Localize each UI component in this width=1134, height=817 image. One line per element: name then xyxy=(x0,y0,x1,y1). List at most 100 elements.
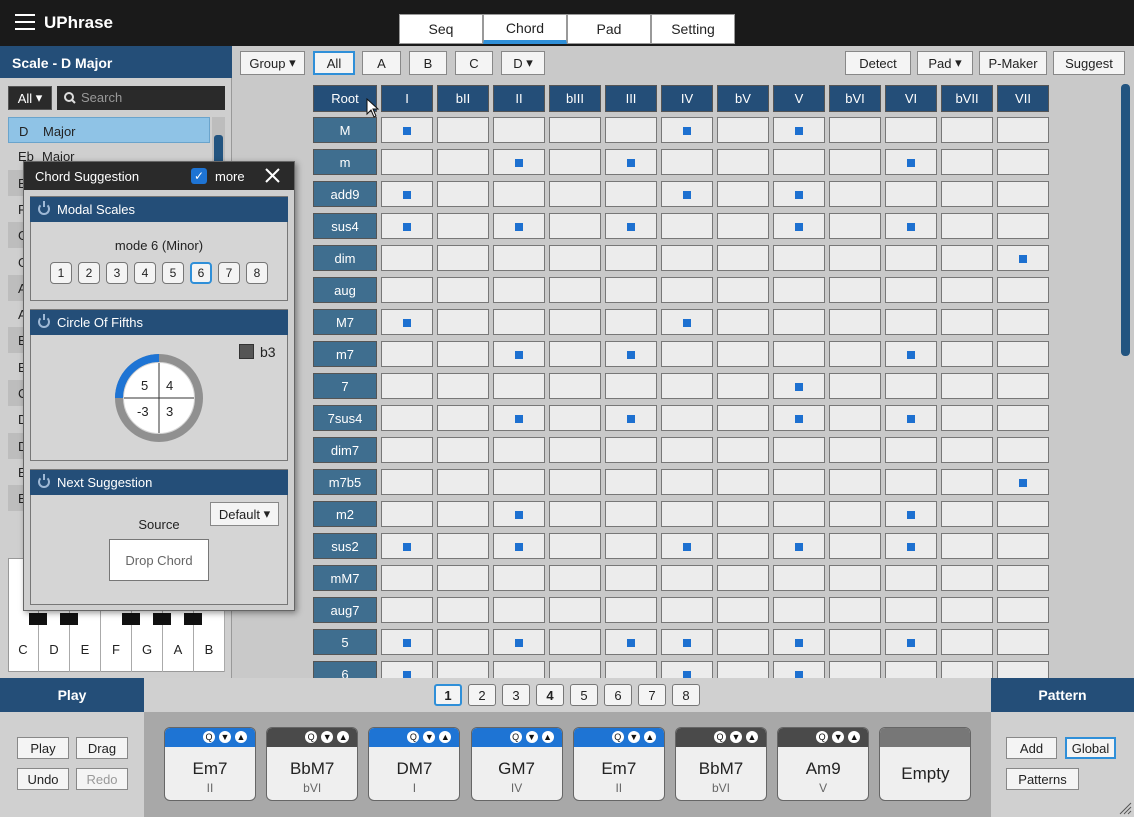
chord-cell[interactable] xyxy=(717,341,769,367)
chord-pad[interactable]: Q ▼ ▲ Em7 II xyxy=(572,727,665,801)
chord-cell[interactable] xyxy=(605,181,657,207)
chord-cell[interactable] xyxy=(829,117,881,143)
chord-cell[interactable] xyxy=(605,533,657,559)
quantize-icon[interactable]: Q xyxy=(407,731,420,743)
chord-cell[interactable] xyxy=(549,149,601,175)
page-button[interactable]: 5 xyxy=(570,684,598,706)
chord-cell[interactable] xyxy=(493,341,545,367)
chord-cell[interactable] xyxy=(885,213,937,239)
chord-pad[interactable]: Q ▼ ▲ GM7 IV xyxy=(470,727,563,801)
grid-row-header[interactable]: add9 xyxy=(313,181,377,207)
chord-cell[interactable] xyxy=(437,469,489,495)
chord-cell[interactable] xyxy=(885,149,937,175)
grid-row-header[interactable]: m7b5 xyxy=(313,469,377,495)
chord-cell[interactable] xyxy=(997,501,1049,527)
chord-cell[interactable] xyxy=(941,565,993,591)
grid-row-header[interactable]: dim xyxy=(313,245,377,271)
piano-black-key[interactable] xyxy=(153,613,171,625)
chord-cell[interactable] xyxy=(381,405,433,431)
chord-cell[interactable] xyxy=(717,373,769,399)
undo-button[interactable]: Undo xyxy=(17,768,69,790)
chord-cell[interactable] xyxy=(717,245,769,271)
chord-cell[interactable] xyxy=(941,149,993,175)
chord-pad[interactable]: Q ▼ ▲ DM7 I xyxy=(368,727,461,801)
chord-cell[interactable] xyxy=(549,405,601,431)
chord-cell[interactable] xyxy=(885,117,937,143)
chord-cell[interactable] xyxy=(437,117,489,143)
chord-cell[interactable] xyxy=(717,181,769,207)
chord-cell[interactable] xyxy=(605,117,657,143)
chord-cell[interactable] xyxy=(381,469,433,495)
filter-d-dropdown[interactable]: D ▾ xyxy=(501,51,545,75)
chord-cell[interactable] xyxy=(605,341,657,367)
chord-cell[interactable] xyxy=(437,405,489,431)
chord-cell[interactable] xyxy=(885,405,937,431)
chord-cell[interactable] xyxy=(885,373,937,399)
chord-cell[interactable] xyxy=(549,341,601,367)
chord-cell[interactable] xyxy=(829,181,881,207)
chord-cell[interactable] xyxy=(549,245,601,271)
chord-cell[interactable] xyxy=(941,405,993,431)
grid-column-header[interactable]: bII xyxy=(437,85,489,112)
mode-button[interactable]: 4 xyxy=(134,262,156,284)
mode-button[interactable]: 2 xyxy=(78,262,100,284)
chord-cell[interactable] xyxy=(381,117,433,143)
chord-cell[interactable] xyxy=(605,437,657,463)
chord-cell[interactable] xyxy=(829,149,881,175)
grid-row-header[interactable]: mM7 xyxy=(313,565,377,591)
chord-cell[interactable] xyxy=(437,309,489,335)
tab-setting[interactable]: Setting xyxy=(651,14,735,44)
chord-cell[interactable] xyxy=(661,245,713,271)
suggest-button[interactable]: Suggest xyxy=(1053,51,1125,75)
chord-cell[interactable] xyxy=(437,373,489,399)
chord-cell[interactable] xyxy=(661,341,713,367)
chord-cell[interactable] xyxy=(997,533,1049,559)
chord-cell[interactable] xyxy=(605,501,657,527)
chord-cell[interactable] xyxy=(549,437,601,463)
chord-cell[interactable] xyxy=(997,373,1049,399)
page-button[interactable]: 8 xyxy=(672,684,700,706)
filter-a-button[interactable]: A xyxy=(362,51,401,75)
grid-row-header[interactable]: 7 xyxy=(313,373,377,399)
chord-cell[interactable] xyxy=(549,117,601,143)
chord-cell[interactable] xyxy=(661,565,713,591)
chord-cell[interactable] xyxy=(717,629,769,655)
tab-pad[interactable]: Pad xyxy=(567,14,651,44)
chord-cell[interactable] xyxy=(941,437,993,463)
chord-cell[interactable] xyxy=(885,501,937,527)
chord-cell[interactable] xyxy=(941,309,993,335)
chord-cell[interactable] xyxy=(885,309,937,335)
chord-cell[interactable] xyxy=(493,405,545,431)
page-button[interactable]: 1 xyxy=(434,684,462,706)
filter-b-button[interactable]: B xyxy=(409,51,447,75)
power-icon[interactable] xyxy=(38,314,50,328)
chord-cell[interactable] xyxy=(493,309,545,335)
global-button[interactable]: Global xyxy=(1065,737,1116,759)
chord-cell[interactable] xyxy=(437,629,489,655)
mode-button[interactable]: 3 xyxy=(106,262,128,284)
pad-up-icon[interactable]: ▲ xyxy=(439,731,452,743)
chord-cell[interactable] xyxy=(829,405,881,431)
more-checkbox[interactable]: ✓ xyxy=(191,168,207,184)
chord-cell[interactable] xyxy=(605,213,657,239)
chord-cell[interactable] xyxy=(997,213,1049,239)
chord-cell[interactable] xyxy=(997,117,1049,143)
grid-row-header[interactable]: M7 xyxy=(313,309,377,335)
chord-cell[interactable] xyxy=(381,277,433,303)
chord-cell[interactable] xyxy=(493,245,545,271)
grid-row-header[interactable]: 5 xyxy=(313,629,377,655)
chord-cell[interactable] xyxy=(829,245,881,271)
grid-row-header[interactable]: aug7 xyxy=(313,597,377,623)
chord-cell[interactable] xyxy=(717,597,769,623)
grid-column-header[interactable]: IV xyxy=(661,85,713,112)
chord-cell[interactable] xyxy=(997,181,1049,207)
grid-row-header[interactable]: dim7 xyxy=(313,437,377,463)
chord-cell[interactable] xyxy=(997,405,1049,431)
pad-up-icon[interactable]: ▲ xyxy=(541,731,554,743)
chord-cell[interactable] xyxy=(773,469,825,495)
scale-list-item[interactable]: D Major xyxy=(8,117,210,143)
grid-column-header[interactable]: bIII xyxy=(549,85,601,112)
chord-cell[interactable] xyxy=(605,309,657,335)
chord-cell[interactable] xyxy=(941,277,993,303)
chord-cell[interactable] xyxy=(717,501,769,527)
